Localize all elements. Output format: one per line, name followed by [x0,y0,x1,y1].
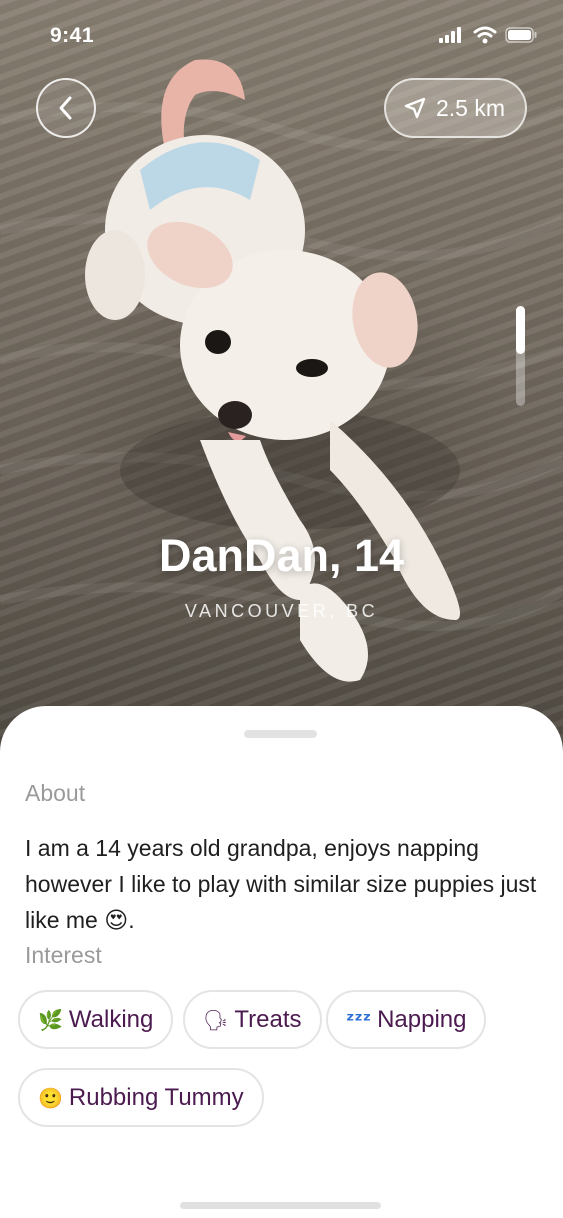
chevron-left-icon [59,96,72,120]
about-text: I am a 14 years old grandpa, enjoys napp… [25,835,537,933]
profile-sheet: About I am a 14 years old grandpa, enjoy… [0,706,563,1218]
chip-label: Treats [234,1005,302,1033]
navigation-arrow-icon [404,97,426,119]
status-icons [439,26,537,44]
chip-label: Walking [68,1005,154,1033]
distance-badge[interactable]: 2.5 km [383,78,527,138]
status-time: 9:41 [50,24,95,47]
home-indicator[interactable] [180,1202,381,1209]
pet-location: VANCOUVER, BC [184,601,379,621]
interest-chip-treats[interactable]: 🗣 Treats [183,990,322,1049]
back-button[interactable] [36,78,96,138]
chip-label: Napping [377,1005,467,1033]
interest-label: Interest [25,942,102,968]
battery-icon [505,27,537,43]
interest-chip-walking[interactable]: 🌿 Walking [18,990,174,1049]
interest-chip-rubbing-tummy[interactable]: 🙂 Rubbing Tummy [18,1068,264,1127]
wifi-icon [473,26,497,44]
interest-chip-napping[interactable]: ᶻᶻᶻ Napping [326,990,487,1049]
pet-name: DanDan, 14 [158,530,405,581]
speaking-head-icon: 🗣 [203,1007,229,1032]
about-label: About [25,780,86,806]
leaf-icon: 🌿 [38,1007,63,1032]
pet-photo: 9:41 2.5 km DanDan, 14 VANCOUVER, BC [0,0,563,760]
zzz-icon: ᶻᶻᶻ [346,1007,372,1032]
photo-scroll-thumb[interactable] [516,306,525,354]
distance-label: 2.5 km [435,94,505,121]
sheet-grabber[interactable] [244,730,317,738]
smiley-icon: 🙂 [38,1085,63,1110]
chip-label: Rubbing Tummy [68,1083,244,1111]
cellular-signal-icon [439,27,461,43]
